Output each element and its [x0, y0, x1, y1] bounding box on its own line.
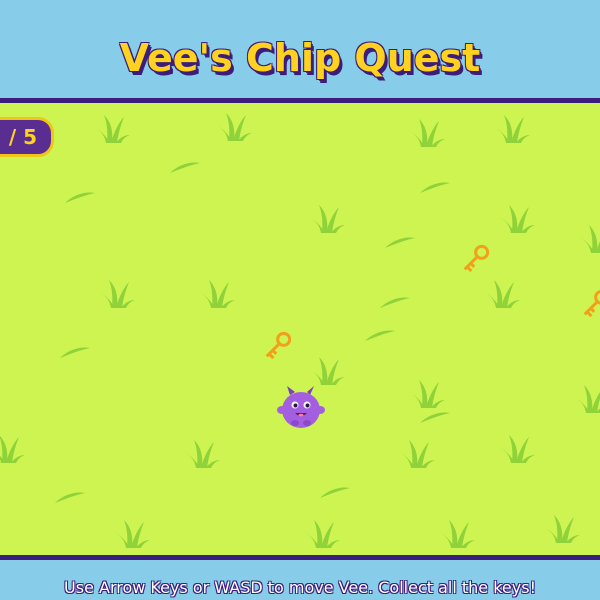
game-canvas[interactable]: / 5	[0, 98, 600, 560]
keys-collected-counter: / 5	[0, 117, 54, 157]
controls-instructions: Use Arrow Keys or WASD to move Vee. Coll…	[64, 578, 536, 597]
vee-player-character	[277, 386, 325, 428]
golden-key-icon	[583, 289, 600, 318]
golden-key-icon	[463, 244, 490, 273]
golden-key-icon	[265, 331, 292, 360]
grass-background	[0, 113, 600, 548]
game-title: Vee's Chip Quest	[119, 36, 481, 80]
